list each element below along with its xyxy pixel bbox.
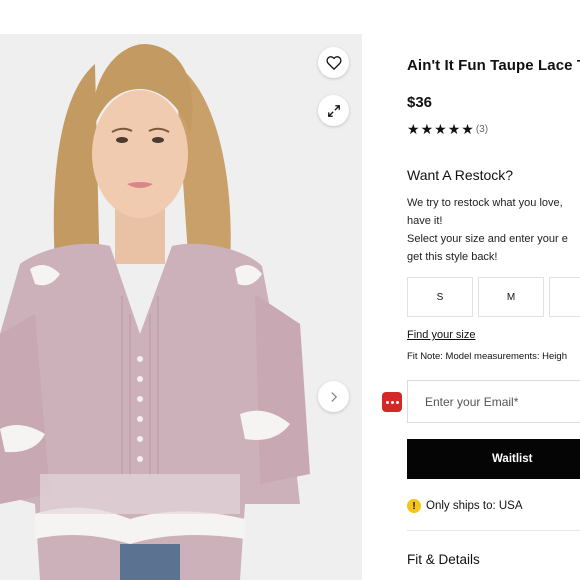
product-details: Ain't It Fun Taupe Lace T $36 ★ ★ ★ ★ ★ …: [362, 34, 580, 580]
chevron-right-icon: [330, 391, 337, 402]
size-option-l[interactable]: L: [549, 277, 580, 317]
review-count: (3): [475, 123, 489, 135]
star-icon: ★: [407, 121, 420, 137]
restock-heading: Want A Restock?: [407, 167, 514, 183]
expand-icon: [327, 104, 340, 117]
restock-line: We try to restock what you love,: [407, 197, 563, 209]
email-field[interactable]: [407, 380, 580, 423]
warning-icon: !: [407, 499, 421, 513]
divider: [407, 530, 580, 531]
restock-line: Select your size and enter your e: [407, 233, 568, 245]
product-gallery: [0, 34, 362, 580]
size-selector: S M L: [407, 277, 580, 317]
favorite-button[interactable]: [318, 47, 349, 78]
star-icon: ★: [434, 121, 447, 137]
fit-note: Fit Note: Model measurements: Heigh: [407, 351, 567, 362]
star-icon: ★: [420, 121, 434, 137]
product-title: Ain't It Fun Taupe Lace T: [407, 57, 580, 74]
star-icon: ★: [461, 121, 474, 137]
shipping-notice: ! Only ships to: USA: [407, 499, 523, 513]
product-price: $36: [407, 94, 433, 111]
heart-icon: [325, 56, 342, 70]
size-option-m[interactable]: M: [478, 277, 544, 317]
fit-details-section[interactable]: Fit & Details: [407, 552, 480, 567]
star-icon: ★: [447, 121, 461, 137]
product-photo: [0, 34, 362, 580]
chat-icon[interactable]: [382, 392, 402, 412]
restock-line: have it!: [407, 215, 443, 227]
restock-line: get this style back!: [407, 251, 498, 263]
shipping-text: Only ships to: USA: [426, 500, 523, 512]
find-your-size-link[interactable]: Find your size: [407, 329, 475, 341]
waitlist-button[interactable]: Waitlist: [407, 439, 580, 479]
product-rating[interactable]: ★ ★ ★ ★ ★ (3): [407, 122, 488, 136]
restock-description: We try to restock what you love, have it…: [407, 194, 568, 266]
next-image-button[interactable]: [318, 381, 349, 412]
size-option-s[interactable]: S: [407, 277, 473, 317]
expand-image-button[interactable]: [318, 95, 349, 126]
